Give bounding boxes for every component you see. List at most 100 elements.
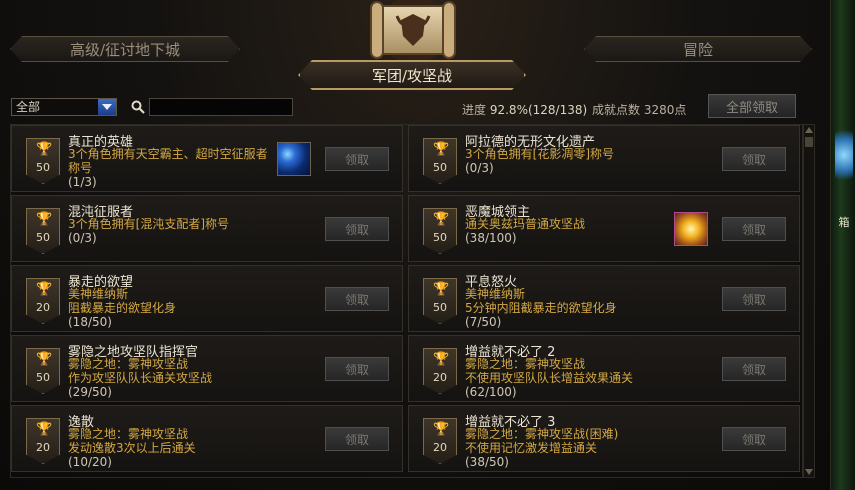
achievement-desc-text: 3个角色拥有[花影凋零]称号	[465, 147, 614, 161]
progress-text: 进度 92.8%(128/138)	[462, 101, 587, 118]
scroll-emblem-icon	[370, 0, 456, 64]
achievement-desc-text: 雾隐之地：雾神攻坚战 不使用攻坚队队长增益效果通关	[465, 357, 634, 385]
achievement-badge: 🏆 50	[423, 278, 457, 324]
reward-item-icon[interactable]	[674, 212, 708, 246]
gold-trophy-icon: 🏆	[36, 212, 53, 227]
achievement-description: 美神维纳斯 阻截暴走的欲望化身 (18/50)	[68, 287, 268, 329]
achievement-card: 🏆 50 真正的英雄 3个角色拥有天空霸主、超时空征服者称号 (1/3) 领取	[11, 125, 403, 192]
gold-trophy-icon: 🏆	[433, 282, 450, 297]
tab-adventure[interactable]: 冒险	[584, 36, 812, 62]
achievement-progress: (10/20)	[68, 455, 112, 469]
achievement-badge: 🏆 50	[26, 348, 60, 394]
claim-button[interactable]: 领取	[325, 357, 389, 381]
claim-button[interactable]: 领取	[722, 287, 786, 311]
achievement-points: 50	[433, 301, 447, 314]
achievement-card: 🏆 20 增益就不必了 3 雾隐之地：雾神攻坚战(困难) 不使用记忆激发增益通关 (38…	[408, 405, 800, 472]
achievement-points: 20	[36, 441, 50, 454]
achievement-desc-text: 通关奥兹玛普通攻坚战	[465, 217, 586, 231]
achievement-description: 雾隐之地：雾神攻坚战 发动逸散3次以上后通关 (10/20)	[68, 427, 268, 469]
achievement-badge: 🏆 20	[26, 278, 60, 324]
achievement-points: 20	[36, 301, 50, 314]
claim-button[interactable]: 领取	[722, 217, 786, 241]
claim-button[interactable]: 领取	[722, 357, 786, 381]
achievement-card: 🏆 50 恶魔城领主 通关奥兹玛普通攻坚战 (38/100) 领取	[408, 195, 800, 262]
achievement-card: 🏆 50 平息怒火 美神维纳斯 5分钟内阻截暴走的欲望化身 (7/50) 领取	[408, 265, 800, 332]
achievement-points: 50	[36, 161, 50, 174]
achievement-progress: (0/3)	[465, 161, 494, 175]
achievement-desc-text: 3个角色拥有天空霸主、超时空征服者称号	[68, 147, 268, 175]
tab-legion-raid[interactable]: 军团/攻坚战	[298, 60, 526, 90]
category-dropdown-value: 全部	[16, 100, 41, 114]
achievement-card: 🏆 50 雾隐之地攻坚队指挥官 雾隐之地：雾神攻坚战 作为攻坚队队长通关攻坚战 (29/…	[11, 335, 403, 402]
achievement-description: 美神维纳斯 5分钟内阻截暴走的欲望化身 (7/50)	[465, 287, 665, 329]
gold-trophy-icon: 🏆	[36, 352, 53, 367]
claim-button[interactable]: 领取	[722, 147, 786, 171]
claim-button[interactable]: 领取	[325, 147, 389, 171]
gold-trophy-icon: 🏆	[36, 142, 53, 157]
achievement-description: 3个角色拥有天空霸主、超时空征服者称号 (1/3)	[68, 147, 268, 189]
achievement-description: 雾隐之地：雾神攻坚战(困难) 不使用记忆激发增益通关 (38/50)	[465, 427, 665, 469]
achievement-points: 20	[433, 441, 447, 454]
category-dropdown[interactable]: 全部	[11, 98, 117, 116]
achievement-description: 雾隐之地：雾神攻坚战 作为攻坚队队长通关攻坚战 (29/50)	[68, 357, 268, 399]
achievement-badge: 🏆 20	[423, 418, 457, 464]
claim-button[interactable]: 领取	[325, 217, 389, 241]
side-text: 箱	[838, 216, 850, 229]
achievement-badge: 🏆 20	[26, 418, 60, 464]
silver-trophy-icon: 🏆	[36, 422, 53, 437]
achievement-desc-text: 雾隐之地：雾神攻坚战 发动逸散3次以上后通关	[68, 427, 196, 455]
scroll-up-icon[interactable]	[805, 127, 813, 133]
achievement-progress: (62/100)	[465, 385, 517, 399]
achievement-progress: (7/50)	[465, 315, 502, 329]
achievement-badge: 🏆 50	[423, 138, 457, 184]
claim-all-button[interactable]: 全部领取	[708, 94, 796, 118]
points-text: 成就点数 3280点	[592, 101, 686, 118]
achievement-description: 3个角色拥有[混沌支配者]称号 (0/3)	[68, 217, 268, 245]
achievement-progress: (38/100)	[465, 231, 517, 245]
achievement-card: 🏆 20 增益就不必了 2 雾隐之地：雾神攻坚战 不使用攻坚队队长增益效果通关 (62/…	[408, 335, 800, 402]
reward-item-icon[interactable]	[277, 142, 311, 176]
achievement-description: 通关奥兹玛普通攻坚战 (38/100)	[465, 217, 665, 245]
achievement-badge: 🏆 50	[423, 208, 457, 254]
scroll-down-icon[interactable]	[805, 469, 813, 475]
achievement-desc-text: 雾隐之地：雾神攻坚战(困难) 不使用记忆激发增益通关	[465, 427, 619, 455]
achievement-desc-text: 美神维纳斯 5分钟内阻截暴走的欲望化身	[465, 287, 617, 315]
scrollbar[interactable]	[803, 124, 815, 478]
gold-trophy-icon: 🏆	[433, 142, 450, 157]
gold-trophy-icon: 🏆	[433, 212, 450, 227]
achievement-points: 50	[36, 231, 50, 244]
achievement-badge: 🏆 20	[423, 348, 457, 394]
achievement-window: 箱 高级/征讨地下城 冒险 军团/攻坚战 全部 进度 92.8%(128/138…	[0, 0, 855, 490]
achievement-description: 雾隐之地：雾神攻坚战 不使用攻坚队队长增益效果通关 (62/100)	[465, 357, 665, 399]
search-input[interactable]	[149, 98, 293, 116]
achievement-badge: 🏆 50	[26, 138, 60, 184]
chevron-down-icon[interactable]	[98, 99, 116, 115]
silver-trophy-icon: 🏆	[36, 282, 53, 297]
claim-button[interactable]: 领取	[325, 287, 389, 311]
glow-effect	[835, 120, 853, 190]
achievement-list: 🏆 50 真正的英雄 3个角色拥有天空霸主、超时空征服者称号 (1/3) 领取 🏆 50 阿拉德…	[10, 124, 803, 478]
achievement-card: 🏆 20 暴走的欲望 美神维纳斯 阻截暴走的欲望化身 (18/50) 领取	[11, 265, 403, 332]
progress-label: 进度	[462, 103, 487, 117]
claim-button[interactable]: 领取	[325, 427, 389, 451]
silver-trophy-icon: 🏆	[433, 422, 450, 437]
achievement-description: 3个角色拥有[花影凋零]称号 (0/3)	[465, 147, 665, 175]
achievement-progress: (29/50)	[68, 385, 112, 399]
achievement-progress: (1/3)	[68, 175, 97, 189]
achievement-desc-text: 雾隐之地：雾神攻坚战 作为攻坚队队长通关攻坚战	[68, 357, 213, 385]
achievement-card: 🏆 20 逸散 雾隐之地：雾神攻坚战 发动逸散3次以上后通关 (10/20) 领取	[11, 405, 403, 472]
achievement-desc-text: 3个角色拥有[混沌支配者]称号	[68, 217, 229, 231]
achievement-card: 🏆 50 阿拉德的无形文化遗产 3个角色拥有[花影凋零]称号 (0/3) 领取	[408, 125, 800, 192]
achievement-badge: 🏆 50	[26, 208, 60, 254]
tab-advanced-dungeon[interactable]: 高级/征讨地下城	[10, 36, 240, 62]
scroll-thumb[interactable]	[805, 137, 813, 147]
achievement-points: 50	[433, 231, 447, 244]
achievement-progress: (0/3)	[68, 231, 97, 245]
achievement-progress: (18/50)	[68, 315, 112, 329]
points-label: 成就点数	[592, 103, 641, 117]
achievement-points: 50	[433, 161, 447, 174]
achievement-points: 50	[36, 371, 50, 384]
progress-value: 92.8%(128/138)	[489, 103, 588, 117]
claim-button[interactable]: 领取	[722, 427, 786, 451]
side-decoration: 箱	[830, 0, 855, 490]
